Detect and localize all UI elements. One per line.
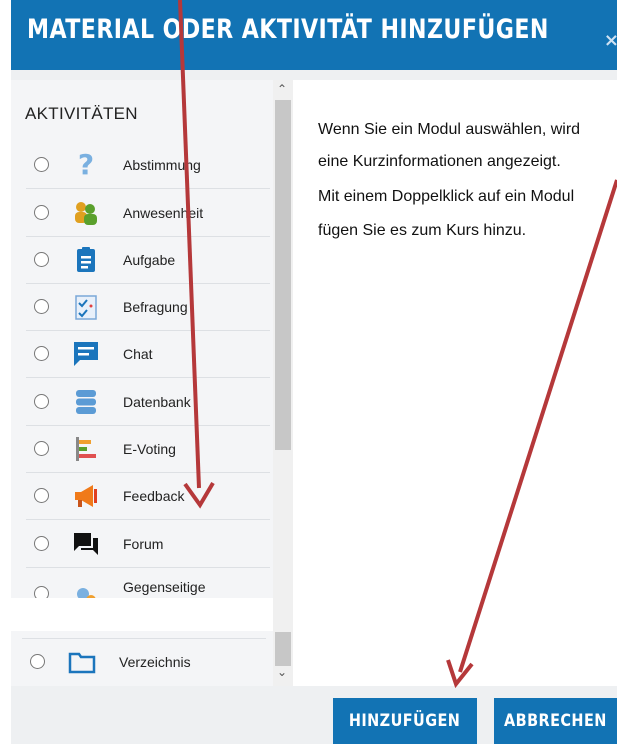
dialog-header: MATERIAL ODER AKTIVITÄT HINZUFÜGEN ×	[11, 0, 617, 70]
option-label: Chat	[123, 346, 153, 362]
option-label: Gegenseitige	[123, 579, 206, 595]
question-icon: ?	[78, 150, 94, 180]
radio-button[interactable]	[34, 536, 49, 551]
radio-button[interactable]	[34, 299, 49, 314]
close-icon[interactable]: ×	[604, 30, 617, 51]
summary-text-line: Mit einem Doppelklick auf ein Modul	[318, 188, 575, 205]
option-label: E-Voting	[123, 441, 176, 457]
cancel-button[interactable]: ABBRECHEN	[494, 698, 617, 744]
option-label: Befragung	[123, 299, 188, 315]
database-icon	[76, 390, 96, 414]
radio-button[interactable]	[34, 346, 49, 361]
option-label: Forum	[123, 536, 164, 552]
svg-text:?: ?	[78, 150, 94, 180]
add-button-label: HINZUFÜGEN	[349, 711, 461, 731]
screenshot-cut-gap	[0, 598, 293, 631]
radio-button[interactable]	[34, 252, 49, 267]
attendance-icon	[75, 202, 97, 225]
assignment-icon	[77, 247, 95, 272]
option-label: Abstimmung	[123, 157, 201, 173]
option-label: Verzeichnis	[119, 654, 191, 670]
scroll-thumb[interactable]	[275, 632, 291, 666]
survey-icon	[75, 295, 97, 320]
scroll-thumb[interactable]	[275, 100, 291, 450]
option-forum[interactable]: Forum	[26, 521, 270, 568]
option-verzeichnis[interactable]: Verzeichnis	[22, 638, 266, 685]
radio-button[interactable]	[34, 205, 49, 220]
option-label: Datenbank	[123, 394, 191, 410]
option-datenbank[interactable]: Datenbank	[26, 379, 270, 426]
radio-button[interactable]	[34, 157, 49, 172]
forum-icon	[74, 533, 98, 555]
option-chat[interactable]: Chat	[26, 331, 270, 378]
options-scrollbar[interactable]: ⌃ ⌄	[273, 80, 293, 686]
section-title-activities: AKTIVITÄTEN	[25, 104, 138, 123]
option-abstimmung[interactable]: ? Abstimmung	[26, 142, 270, 189]
option-anwesenheit[interactable]: Anwesenheit	[26, 190, 270, 237]
add-button[interactable]: HINZUFÜGEN	[333, 698, 477, 744]
summary-text-line: eine Kurzinformationen angezeigt.	[318, 153, 561, 170]
scroll-up-icon[interactable]: ⌃	[277, 82, 287, 96]
folder-icon	[68, 652, 96, 674]
scroll-down-icon[interactable]: ⌄	[277, 665, 287, 679]
option-aufgabe[interactable]: Aufgabe	[26, 237, 270, 284]
megaphone-icon	[75, 485, 97, 507]
option-befragung[interactable]: Befragung	[26, 284, 270, 331]
dialog-title: MATERIAL ODER AKTIVITÄT HINZUFÜGEN	[27, 14, 549, 45]
radio-button[interactable]	[30, 654, 45, 669]
option-label: Anwesenheit	[123, 205, 204, 221]
option-label: Aufgabe	[123, 252, 176, 268]
evoting-icon	[76, 437, 96, 461]
option-e-voting[interactable]: E-Voting	[26, 426, 270, 473]
summary-text-line: Wenn Sie ein Modul auswählen, wird	[318, 121, 581, 138]
chat-icon	[74, 342, 98, 366]
cancel-button-label: ABBRECHEN	[504, 711, 607, 731]
radio-button[interactable]	[34, 441, 49, 456]
option-label: Feedback	[123, 488, 185, 504]
radio-button[interactable]	[34, 394, 49, 409]
option-feedback[interactable]: Feedback	[26, 473, 270, 520]
summary-text-line: fügen Sie es zum Kurs hinzu.	[318, 222, 527, 239]
radio-button[interactable]	[34, 488, 49, 503]
